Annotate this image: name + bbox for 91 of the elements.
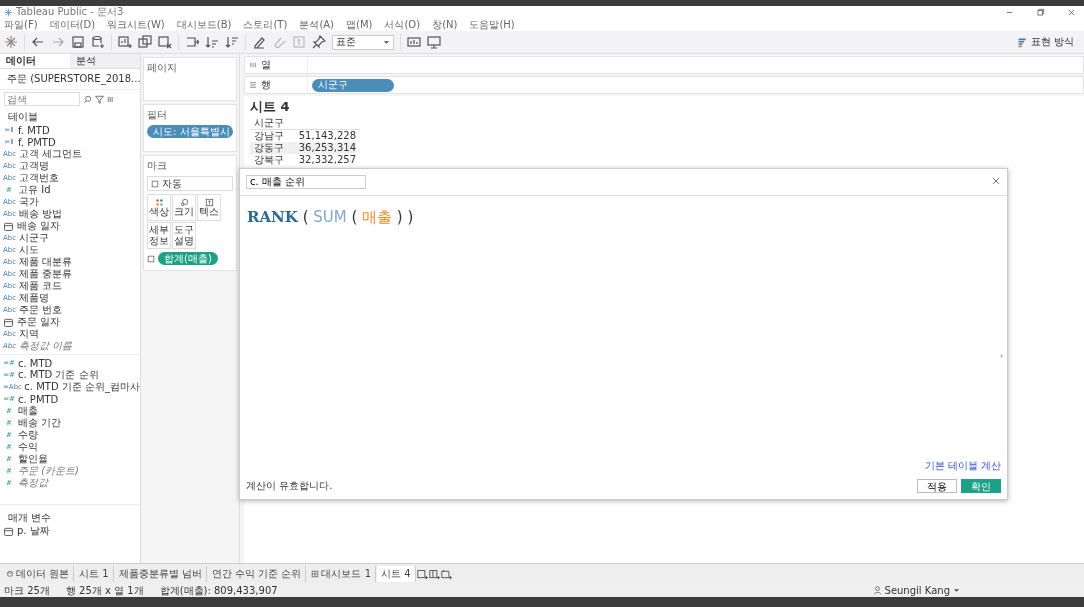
status-text: 행 25개 x 열 1개 bbox=[65, 583, 144, 598]
shelf-label: 열 bbox=[261, 58, 271, 72]
filter-pill[interactable]: 시도: 서울특별시 bbox=[147, 125, 233, 138]
menu-item[interactable]: 스토리(T) bbox=[243, 17, 288, 32]
table-cell-text: 51,143,228 bbox=[297, 130, 356, 142]
grid-icon bbox=[311, 570, 320, 578]
menu-item[interactable]: 파일(F) bbox=[4, 17, 38, 32]
pin-icon[interactable] bbox=[312, 35, 326, 49]
data-source-name[interactable]: 주문 (SUPERSTORE_2018... bbox=[7, 72, 141, 86]
new-story-icon[interactable] bbox=[440, 568, 452, 580]
calendar-icon bbox=[3, 316, 14, 328]
new-dashboard-icon[interactable] bbox=[428, 568, 440, 580]
text-icon bbox=[147, 254, 155, 263]
table-cell-text: 강북구 bbox=[253, 154, 285, 166]
color-dots-icon bbox=[154, 197, 164, 207]
fit-select[interactable]: 표준 bbox=[332, 34, 394, 50]
menu-item[interactable]: 창(N) bbox=[432, 17, 458, 32]
menu-item[interactable]: 도움말(H) bbox=[469, 17, 515, 32]
table-cell: 36,253,314 bbox=[294, 142, 356, 154]
section-title: 테이블 bbox=[7, 110, 39, 124]
window-title: Tableau Public - 문서3 bbox=[16, 5, 124, 19]
table-cell: 강동구 bbox=[250, 142, 294, 154]
rows-icon bbox=[249, 81, 257, 89]
calendar-icon bbox=[3, 220, 14, 232]
calculation-name-field[interactable]: c. 매출 순위 bbox=[246, 175, 366, 189]
validation-message: 계산이 유효합니다. bbox=[246, 479, 333, 493]
new-datasource-icon[interactable] bbox=[91, 35, 105, 49]
show-labels-icon[interactable] bbox=[407, 35, 421, 49]
mark-property-button[interactable]: 텍스 bbox=[197, 194, 221, 221]
section-title: 매개 변수 bbox=[7, 511, 53, 525]
swap-icon[interactable] bbox=[185, 35, 199, 49]
mark-property-button[interactable]: 색상 bbox=[147, 194, 171, 221]
column-header: 시군구 bbox=[254, 117, 285, 129]
calendar-icon bbox=[3, 525, 14, 537]
duplicate-icon[interactable] bbox=[138, 35, 152, 49]
caret-icon bbox=[953, 587, 960, 594]
bar-chart-icon bbox=[1016, 36, 1028, 48]
mark-property-button[interactable]: 도구 설명 bbox=[172, 222, 196, 249]
sort-ascending-icon[interactable] bbox=[205, 35, 219, 49]
sort-descending-icon[interactable] bbox=[225, 35, 239, 49]
sheet-tab[interactable]: 시트 4 bbox=[377, 566, 416, 582]
pane-tab[interactable]: 분석 bbox=[70, 54, 140, 68]
status-text: 합계(매출): 809,433,907 bbox=[159, 583, 278, 598]
show-me-button[interactable]: 표현 방식 bbox=[1010, 34, 1080, 50]
sheet-title: 시트 4 bbox=[250, 99, 291, 115]
card-title: 마크 bbox=[147, 159, 168, 173]
card-title: 페이지 bbox=[147, 61, 178, 75]
new-sheet-icon[interactable] bbox=[118, 35, 132, 49]
apply-button[interactable]: 적용 bbox=[917, 479, 957, 493]
new-sheet-icon[interactable] bbox=[416, 568, 428, 580]
search-field[interactable]: 검색 bbox=[4, 92, 80, 106]
table-cell-text: 강남구 bbox=[253, 130, 285, 142]
datasource-icon bbox=[6, 570, 14, 578]
field-item[interactable]: 배송 일자 bbox=[0, 220, 140, 232]
menu-item[interactable]: 맵(M) bbox=[346, 17, 373, 32]
user-name[interactable]: Seungil Kang bbox=[884, 585, 950, 596]
mark-property-button[interactable]: 세부 정보 bbox=[147, 222, 171, 249]
menu-item[interactable]: 워크시트(W) bbox=[107, 17, 165, 32]
back-arrow-icon[interactable] bbox=[31, 35, 45, 49]
restore-icon[interactable] bbox=[1036, 7, 1045, 17]
user-icon bbox=[872, 586, 882, 595]
table-calc-link[interactable]: 기본 테이블 계산 bbox=[924, 459, 1001, 473]
menu-item[interactable]: 데이터(D) bbox=[49, 17, 96, 32]
pen-icon[interactable] bbox=[252, 35, 266, 49]
filter-icon[interactable] bbox=[95, 94, 104, 104]
view-list-icon[interactable] bbox=[107, 94, 116, 104]
columns-icon bbox=[249, 61, 257, 69]
table-cell-text: 32,332,257 bbox=[297, 154, 356, 166]
menu-item[interactable]: 분석(A) bbox=[299, 17, 335, 32]
text-icon bbox=[151, 179, 159, 188]
status-text: 마크 25개 bbox=[4, 583, 50, 598]
field-item[interactable]: p. 날짜 bbox=[0, 525, 140, 537]
save-icon[interactable] bbox=[71, 35, 85, 49]
field-item[interactable]: 주문 일자 bbox=[0, 316, 140, 328]
text-icon bbox=[204, 197, 214, 207]
dimension-pill[interactable]: 시군구 bbox=[312, 78, 394, 92]
mark-property-button[interactable]: 크기 bbox=[172, 194, 196, 221]
size-icon bbox=[179, 197, 189, 207]
card-title: 필터 bbox=[147, 108, 168, 122]
close-icon[interactable] bbox=[991, 176, 1001, 186]
close-icon[interactable] bbox=[1067, 7, 1076, 17]
menu-item[interactable]: 서식(O) bbox=[384, 17, 421, 32]
mark-type-select[interactable]: 자동 bbox=[147, 176, 233, 191]
search-icon[interactable] bbox=[83, 94, 92, 104]
formula-text[interactable]: RANK ( SUM ( 매출 ) ) bbox=[247, 208, 414, 226]
presentation-icon[interactable] bbox=[427, 35, 441, 49]
shelf-label: 행 bbox=[261, 78, 271, 92]
menu-item[interactable]: 대시보드(B) bbox=[176, 17, 232, 32]
caret-icon bbox=[383, 38, 390, 46]
clear-sheet-icon[interactable] bbox=[158, 35, 172, 49]
paperclip-icon[interactable] bbox=[272, 35, 286, 49]
